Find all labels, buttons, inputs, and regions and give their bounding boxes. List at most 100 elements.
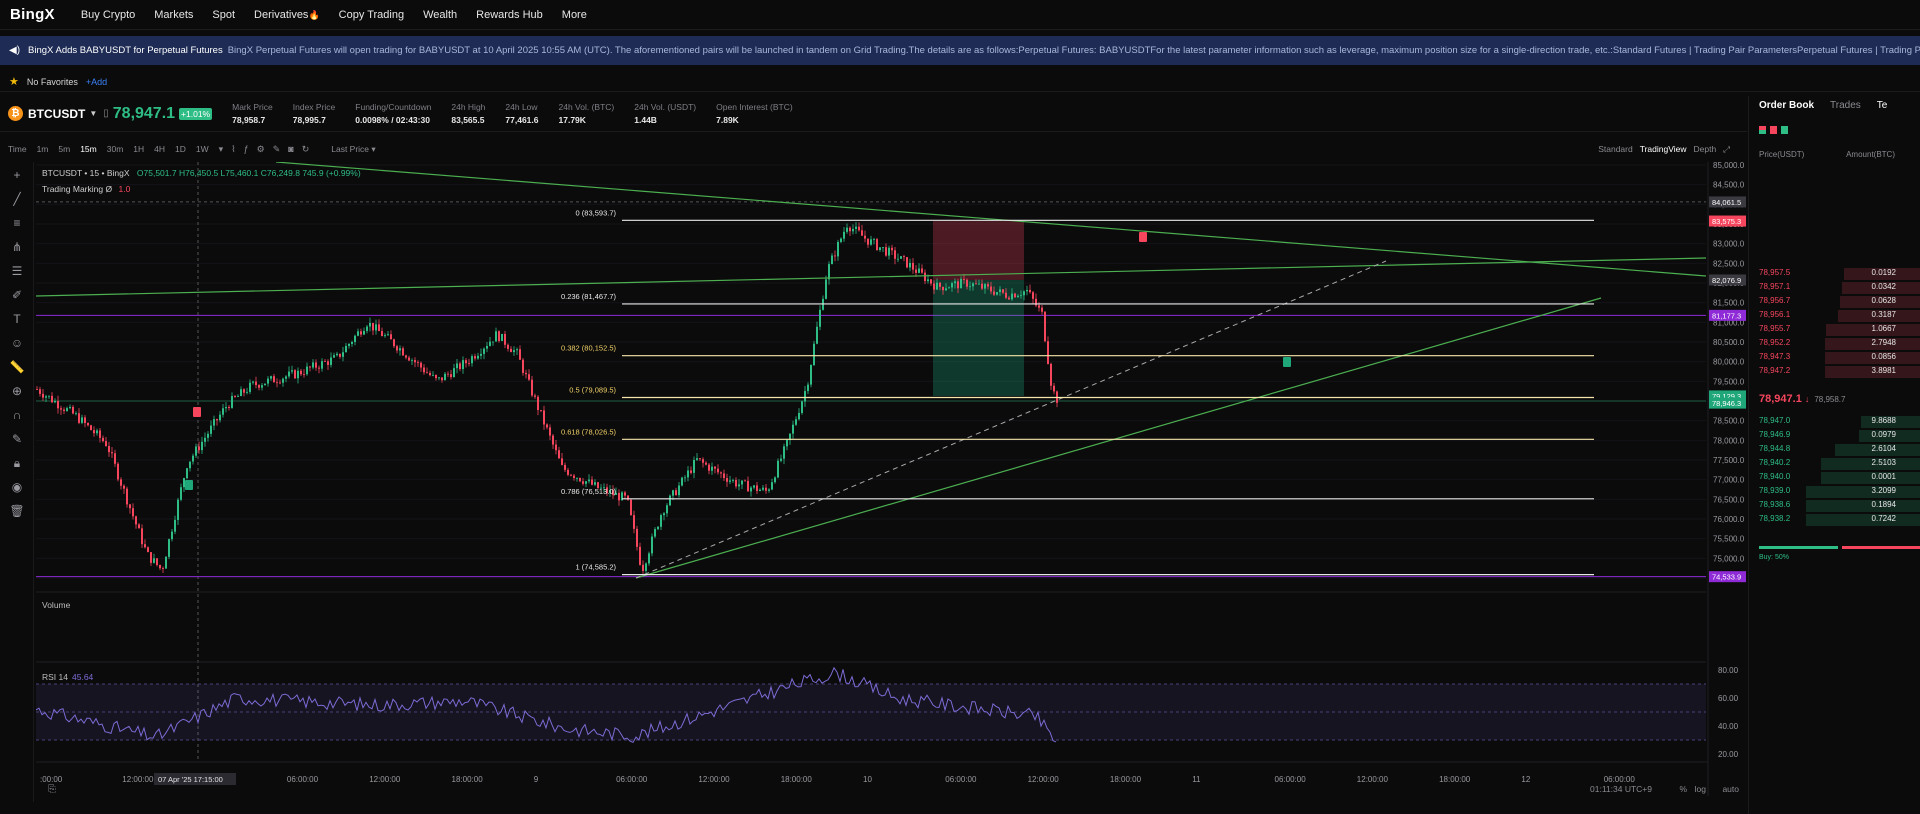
announcement-body: BingX Perpetual Futures will open tradin… — [227, 45, 1920, 56]
ask-row[interactable]: 78,947.2 3.8981 — [1749, 366, 1920, 378]
fib-icon[interactable]: ☰ — [9, 264, 25, 278]
tf-1d[interactable]: 1D — [175, 144, 186, 154]
candle-body — [987, 284, 989, 287]
pitchfork-icon[interactable]: ⋔ — [9, 240, 25, 254]
bid-row[interactable]: 78,947.0 9.8688 — [1749, 416, 1920, 428]
tf-1h[interactable]: 1H — [133, 144, 144, 154]
bid-row[interactable]: 78,946.9 0.0979 — [1749, 430, 1920, 442]
settings-icon[interactable]: ⚙ — [257, 144, 265, 155]
candle-body — [924, 272, 926, 282]
candle-body — [144, 544, 146, 548]
candle-body — [288, 371, 290, 377]
stat-funding[interactable]: Funding/Countdown 0.0098% / 02:43:30 — [355, 102, 431, 125]
nav-rewards-hub[interactable]: Rewards Hub — [476, 9, 543, 21]
crosshair-icon[interactable]: + — [9, 168, 25, 182]
last-price-selector[interactable]: Last Price ▾ — [331, 144, 375, 155]
emoji-icon[interactable]: ☺ — [9, 336, 25, 350]
bid-row[interactable]: 78,938.2 0.7242 — [1749, 514, 1920, 526]
eye-icon[interactable]: ◉ — [9, 480, 25, 494]
horizontal-lines-icon[interactable]: ≡ — [9, 216, 25, 230]
candle-body — [81, 417, 83, 423]
nav-buy-crypto[interactable]: Buy Crypto — [81, 9, 135, 21]
camera-icon[interactable]: ◙ — [288, 144, 293, 154]
candle-body — [114, 453, 116, 464]
bid-row[interactable]: 78,940.2 2.5103 — [1749, 458, 1920, 470]
book-icon[interactable]: ▯ — [103, 108, 109, 119]
lock-icon[interactable]: 🔒︎ — [9, 456, 25, 471]
tab-trades[interactable]: Trades — [1830, 100, 1861, 111]
nav-copy-trading[interactable]: Copy Trading — [339, 9, 404, 21]
asks-only-icon[interactable] — [1770, 126, 1777, 134]
ask-row[interactable]: 78,956.1 0.3187 — [1749, 310, 1920, 322]
bid-row[interactable]: 78,944.8 2.6104 — [1749, 444, 1920, 456]
nav-derivatives[interactable]: Derivatives🔥 — [254, 9, 320, 21]
utc-clock[interactable]: 01:11:34 UTC+9 — [1590, 784, 1652, 794]
candle-body — [771, 482, 773, 490]
tf-5m[interactable]: 5m — [58, 144, 70, 154]
bid-row[interactable]: 78,940.0 0.0001 — [1749, 472, 1920, 484]
candle-body — [45, 396, 47, 398]
text-icon[interactable]: T — [9, 312, 25, 326]
favorites-bar: ★ No Favorites +Add — [0, 72, 1920, 92]
candle-body — [528, 374, 530, 380]
ruler-icon[interactable]: 📏 — [9, 360, 25, 374]
add-favorite-button[interactable]: +Add — [86, 77, 107, 87]
tf-30m[interactable]: 30m — [107, 144, 124, 154]
ask-row[interactable]: 78,956.7 0.0628 — [1749, 296, 1920, 308]
log-toggle[interactable]: log — [1695, 784, 1706, 794]
tf-4h[interactable]: 4H — [154, 144, 165, 154]
candle-body — [213, 419, 215, 426]
symbol-selector[interactable]: BTCUSDT — [28, 107, 85, 121]
both-sides-icon[interactable] — [1759, 126, 1766, 134]
announcement-bar[interactable]: ◀) BingX Adds BABYUSDT for Perpetual Fut… — [0, 36, 1920, 65]
candle-body — [108, 446, 110, 453]
tab-order-book[interactable]: Order Book — [1759, 100, 1814, 111]
view-tradingview[interactable]: TradingView — [1640, 144, 1687, 154]
candle-body — [936, 282, 938, 290]
tf-15m[interactable]: 15m — [80, 144, 97, 154]
nav-wealth[interactable]: Wealth — [423, 9, 457, 21]
candle-body — [783, 446, 785, 459]
ask-row[interactable]: 78,957.5 0.0192 — [1749, 268, 1920, 280]
nav-markets[interactable]: Markets — [154, 9, 193, 21]
ask-row[interactable]: 78,955.7 1.0667 — [1749, 324, 1920, 336]
candle-body — [177, 499, 179, 520]
tab-truncated[interactable]: Te — [1877, 100, 1888, 111]
draw-icon[interactable]: ✎ — [273, 144, 281, 155]
trading-marking-legend[interactable]: Trading Marking Ø 1.0 — [42, 184, 130, 194]
view-depth[interactable]: Depth — [1694, 144, 1717, 154]
trash-icon[interactable]: 🗑︎ — [9, 504, 25, 518]
bid-row[interactable]: 78,939.0 3.2099 — [1749, 486, 1920, 498]
indicators-icon[interactable]: ƒ — [244, 144, 249, 154]
fib-level-label: 0.786 (76,513.0) — [561, 487, 617, 496]
bid-row[interactable]: 78,938.6 0.1894 — [1749, 500, 1920, 512]
brush-icon[interactable]: ✐ — [9, 288, 25, 302]
calendar-icon[interactable]: ⎘ — [48, 784, 56, 795]
view-standard[interactable]: Standard — [1598, 144, 1633, 154]
candle-body — [1050, 363, 1052, 386]
ask-row[interactable]: 78,957.1 0.0342 — [1749, 282, 1920, 294]
chevron-down-icon[interactable]: ▼ — [89, 109, 97, 118]
refresh-icon[interactable]: ↻ — [302, 144, 310, 155]
zoom-in-icon[interactable]: ⊕ — [9, 384, 25, 398]
nav-more[interactable]: More — [562, 9, 587, 21]
trendline-icon[interactable]: ╱ — [9, 192, 25, 206]
candle-body — [516, 349, 518, 351]
chart-type-icon[interactable]: ⌇ — [231, 144, 235, 155]
bids-only-icon[interactable] — [1781, 126, 1788, 134]
price-chart[interactable]: 0 (83,593.7) 0.236 (81,467.7) 0.382 (80,15… — [36, 162, 1747, 796]
nav-spot[interactable]: Spot — [212, 9, 235, 21]
percent-toggle[interactable]: % — [1679, 784, 1687, 794]
tf-1w[interactable]: 1W — [196, 144, 209, 154]
bingx-logo[interactable]: BingX — [10, 6, 55, 23]
magnet-icon[interactable]: ∩ — [9, 408, 25, 422]
expand-icon[interactable]: ⤢ — [1723, 144, 1730, 155]
chevron-down-icon[interactable]: ▾ — [219, 144, 224, 155]
tf-time[interactable]: Time — [8, 144, 27, 154]
ask-row[interactable]: 78,952.2 2.7948 — [1749, 338, 1920, 350]
ask-row[interactable]: 78,947.3 0.0856 — [1749, 352, 1920, 364]
tf-1m[interactable]: 1m — [37, 144, 49, 154]
order-price: 78,939.0 — [1759, 486, 1791, 495]
pencil-lock-icon[interactable]: ✎ — [9, 432, 25, 446]
auto-toggle[interactable]: auto — [1722, 784, 1739, 794]
